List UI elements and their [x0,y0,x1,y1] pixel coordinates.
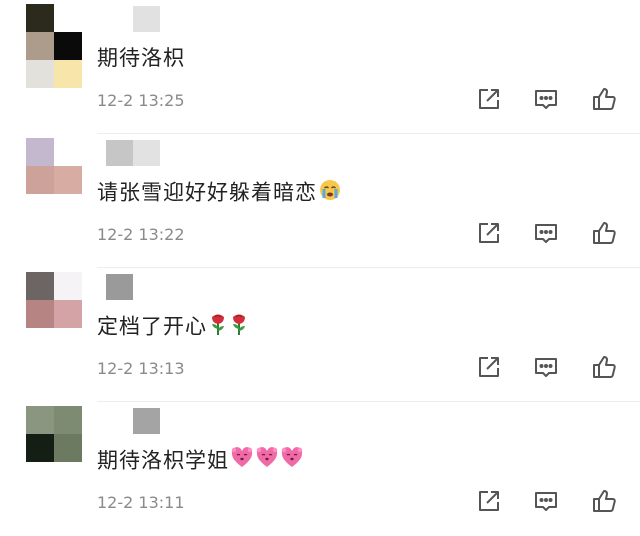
share-button[interactable] [474,86,504,116]
comment-time: 12-2 13:13 [97,359,185,378]
comment-icon [533,354,559,384]
comment-time: 12-2 13:22 [97,225,185,244]
comment-text-content: 期待洛枳 [97,46,185,70]
share-icon [476,354,502,384]
comment-button[interactable] [531,488,561,518]
username[interactable] [106,6,160,32]
heart-face-icon [255,446,279,477]
comment-text: 定档了开心 [97,312,249,343]
comment-icon [533,86,559,116]
rose-icon [208,312,228,343]
comment-text-content: 定档了开心 [97,314,207,339]
comment-button[interactable] [531,86,561,116]
share-button[interactable] [474,220,504,250]
crying-face-icon [318,178,342,209]
comment-text: 期待洛枳 [97,44,185,72]
like-button[interactable] [589,220,619,250]
avatar[interactable] [26,138,82,222]
comment-item: 期待洛枳 12-2 13:25 [0,0,640,134]
comment-text: 请张雪迎好好躲着暗恋 [97,178,342,209]
comment-text: 期待洛枳学姐 [97,446,304,477]
like-button[interactable] [589,354,619,384]
comment-time: 12-2 13:11 [97,493,185,512]
comment-button[interactable] [531,354,561,384]
like-icon [591,86,617,116]
share-icon [476,86,502,116]
comment-button[interactable] [531,220,561,250]
comment-icon [533,488,559,518]
share-button[interactable] [474,354,504,384]
like-icon [591,220,617,250]
like-icon [591,488,617,518]
avatar[interactable] [26,406,82,490]
username[interactable] [106,408,160,434]
avatar[interactable] [26,272,82,356]
comment-text-content: 期待洛枳学姐 [97,448,229,473]
share-icon [476,220,502,250]
username[interactable] [106,274,160,300]
comment-item: 定档了开心 12-2 13:13 [0,268,640,402]
username[interactable] [106,140,160,166]
like-icon [591,354,617,384]
heart-face-icon [280,446,304,477]
avatar[interactable] [26,4,82,88]
comment-item: 请张雪迎好好躲着暗恋 12-2 13:22 [0,134,640,268]
heart-face-icon [230,446,254,477]
rose-icon [229,312,249,343]
comment-time: 12-2 13:25 [97,91,185,110]
like-button[interactable] [589,488,619,518]
comment-text-content: 请张雪迎好好躲着暗恋 [97,180,317,205]
comment-icon [533,220,559,250]
share-icon [476,488,502,518]
share-button[interactable] [474,488,504,518]
comment-item: 期待洛枳学姐 12-2 13:11 [0,402,640,536]
like-button[interactable] [589,86,619,116]
